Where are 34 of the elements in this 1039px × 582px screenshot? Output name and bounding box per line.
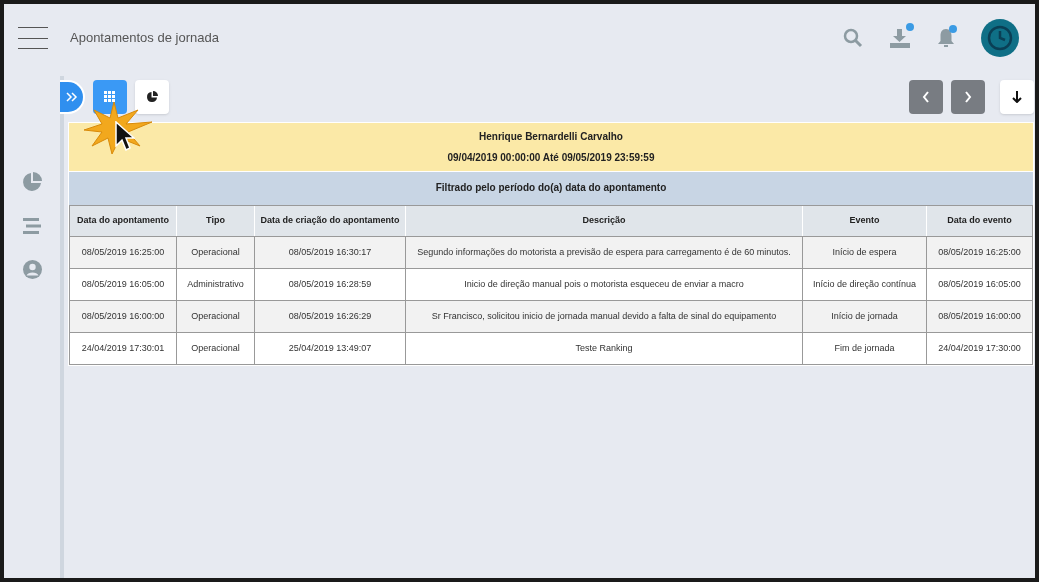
report-period: 09/04/2019 00:00:00 Até 09/05/2019 23:59:59 (447, 151, 655, 165)
view-toggle-button[interactable] (93, 80, 127, 114)
filter-text: Filtrado pelo período do(a) data do apontamento (435, 181, 667, 195)
table-cell-text: 08/05/2019 16:00:00 (80, 309, 166, 323)
table-cell: 25/04/2019 13:49:07 (254, 333, 405, 364)
view-toggle-button[interactable] (135, 80, 169, 114)
table-cell: Operacional (176, 333, 254, 364)
table-cell-text: 24/04/2019 17:30:01 (80, 341, 166, 355)
expand-button[interactable] (60, 80, 85, 114)
table-cell: 24/04/2019 17:30:00 (926, 333, 1032, 364)
list-icon[interactable] (23, 217, 41, 235)
menu-icon[interactable] (18, 27, 48, 49)
table-cell-text: 08/05/2019 16:05:00 (80, 277, 166, 291)
avatar-icon[interactable] (981, 19, 1019, 57)
table-cell: Fim de jornada (802, 333, 926, 364)
grid-icon (104, 91, 116, 103)
user-icon[interactable] (22, 260, 42, 279)
chevron-right-icon (964, 91, 972, 103)
download-icon[interactable] (889, 27, 911, 49)
arrow-down-icon (1012, 91, 1022, 103)
search-icon[interactable] (843, 28, 863, 48)
previous-button[interactable] (909, 80, 943, 114)
column-header: Data do apontamento (76, 214, 170, 228)
bell-icon[interactable] (937, 28, 955, 48)
page-title: Apontamentos de jornada (70, 29, 219, 48)
double-chevron-icon (65, 92, 78, 102)
download-button[interactable] (1000, 80, 1034, 114)
pie-chart-icon[interactable] (22, 172, 42, 192)
next-button[interactable] (951, 80, 985, 114)
pie-chart-icon (146, 91, 158, 103)
table-cell-text: 08/05/2019 16:25:00 (80, 245, 166, 259)
chevron-left-icon (922, 91, 930, 103)
table-cell: Teste Ranking (405, 333, 802, 364)
driver-name: Henrique Bernardelli Carvalho (479, 130, 623, 144)
